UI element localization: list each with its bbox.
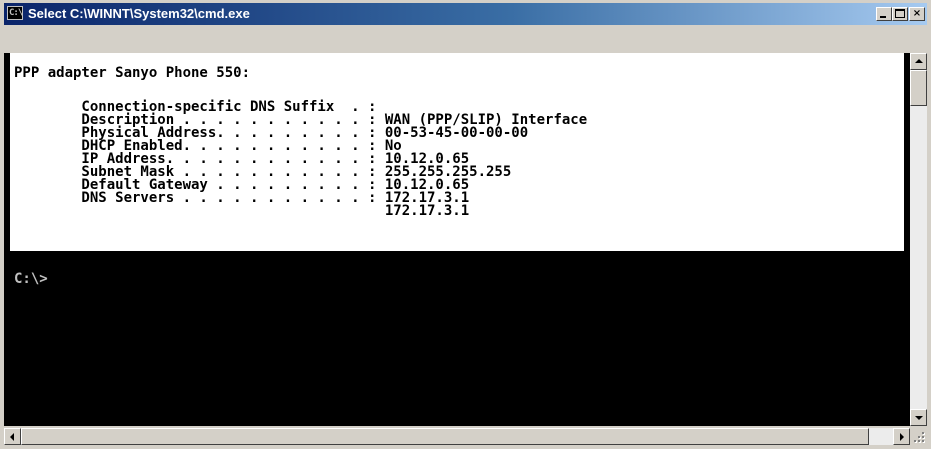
close-icon: ×	[912, 8, 922, 19]
horizontal-scroll-track[interactable]	[869, 428, 893, 445]
cmd-window: C:\ Select C:\WINNT\System32\cmd.exe × P…	[0, 0, 931, 449]
arrow-up-icon	[915, 59, 923, 63]
minimize-icon	[880, 16, 886, 18]
arrow-down-icon	[915, 416, 923, 420]
vertical-scroll-thumb[interactable]	[910, 70, 927, 106]
vertical-scrollbar[interactable]	[910, 53, 927, 426]
window-title: Select C:\WINNT\System32\cmd.exe	[28, 6, 250, 21]
resize-grip[interactable]	[910, 428, 927, 445]
scroll-up-button[interactable]	[910, 53, 927, 70]
arrow-right-icon	[900, 433, 904, 441]
scroll-left-button[interactable]	[4, 428, 21, 445]
close-button[interactable]: ×	[909, 7, 925, 21]
arrow-left-icon	[10, 433, 14, 441]
adapter-heading: PPP adapter Sanyo Phone 550:	[14, 65, 251, 81]
title-bar[interactable]: C:\ Select C:\WINNT\System32\cmd.exe ×	[4, 3, 927, 25]
cmd-icon[interactable]: C:\	[7, 6, 23, 20]
scroll-right-button[interactable]	[893, 428, 910, 445]
horizontal-scroll-thumb[interactable]	[21, 428, 869, 445]
scroll-down-button[interactable]	[910, 409, 927, 426]
console-output[interactable]: PPP adapter Sanyo Phone 550: Connection-…	[4, 53, 910, 426]
maximize-icon	[895, 9, 905, 18]
horizontal-scrollbar[interactable]	[4, 428, 910, 445]
maximize-button[interactable]	[892, 7, 908, 21]
minimize-button[interactable]	[876, 7, 892, 21]
console-line: 172.17.3.1	[14, 203, 470, 219]
cmd-icon-text: C:\	[9, 8, 23, 18]
command-prompt[interactable]: C:\>	[14, 272, 48, 286]
